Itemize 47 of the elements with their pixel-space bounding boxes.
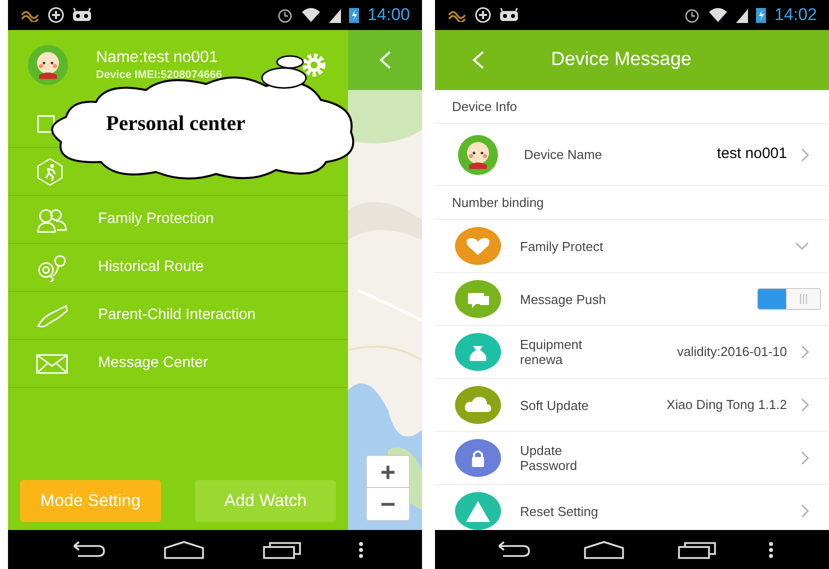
callout-text: Personal center: [106, 110, 246, 137]
screen-title: Device Message: [551, 48, 692, 72]
zoom-in-button[interactable]: +: [367, 456, 409, 488]
recents-icon[interactable]: [262, 540, 302, 560]
chevron-right-icon: [801, 345, 809, 359]
profile-name: Name:test no001: [96, 48, 219, 68]
recents-icon[interactable]: [676, 540, 716, 560]
home-icon[interactable]: [162, 540, 206, 560]
overflow-menu-icon[interactable]: [768, 540, 774, 558]
chevron-right-icon: [801, 148, 809, 162]
chevron-right-icon: [801, 451, 809, 465]
row-value: test no001: [716, 144, 787, 164]
alarm-icon: [277, 7, 294, 23]
row-label: Device Name: [524, 147, 604, 162]
plus-circle-icon: [475, 7, 491, 23]
wifi-icon: [301, 7, 322, 23]
battery-icon: [756, 7, 766, 23]
chevron-right-icon: [801, 504, 809, 518]
wifi-icon: [708, 7, 728, 23]
avatar-icon: [28, 45, 68, 85]
row-label: Reset Setting: [520, 504, 600, 518]
chevron-right-icon: [801, 398, 809, 412]
clock-time: 14:00: [367, 4, 410, 26]
location-pins-icon: [36, 254, 68, 282]
row-label: Equipment renewa: [520, 337, 584, 367]
overflow-menu-icon[interactable]: [358, 540, 364, 558]
device-imei: Device IMEI:5208074666: [96, 68, 223, 82]
robot-icon: [72, 8, 92, 22]
row-value: Xiao Ding Tong 1.1.2: [666, 396, 787, 414]
robot-icon: [499, 8, 519, 22]
battery-icon: [349, 7, 360, 23]
row-label: Update Password: [520, 443, 578, 473]
section-heading: Number binding: [452, 194, 544, 212]
section-heading: Device Info: [452, 98, 518, 116]
home-icon[interactable]: [582, 540, 626, 560]
row-label: Family Protect: [520, 238, 604, 254]
row-value: validity:2016-01-10: [677, 343, 787, 362]
row-label: Message Push: [520, 292, 607, 306]
toggle-switch[interactable]: [757, 288, 821, 310]
plus-circle-icon: [48, 7, 64, 23]
alarm-icon: [684, 7, 700, 23]
row-label: Soft Update: [520, 398, 590, 412]
zoom-out-button[interactable]: −: [367, 488, 409, 520]
signal-icon: [736, 7, 748, 23]
signal-icon: [329, 7, 342, 23]
clock-time: 14:02: [774, 4, 817, 26]
running-person-icon: [36, 158, 64, 186]
